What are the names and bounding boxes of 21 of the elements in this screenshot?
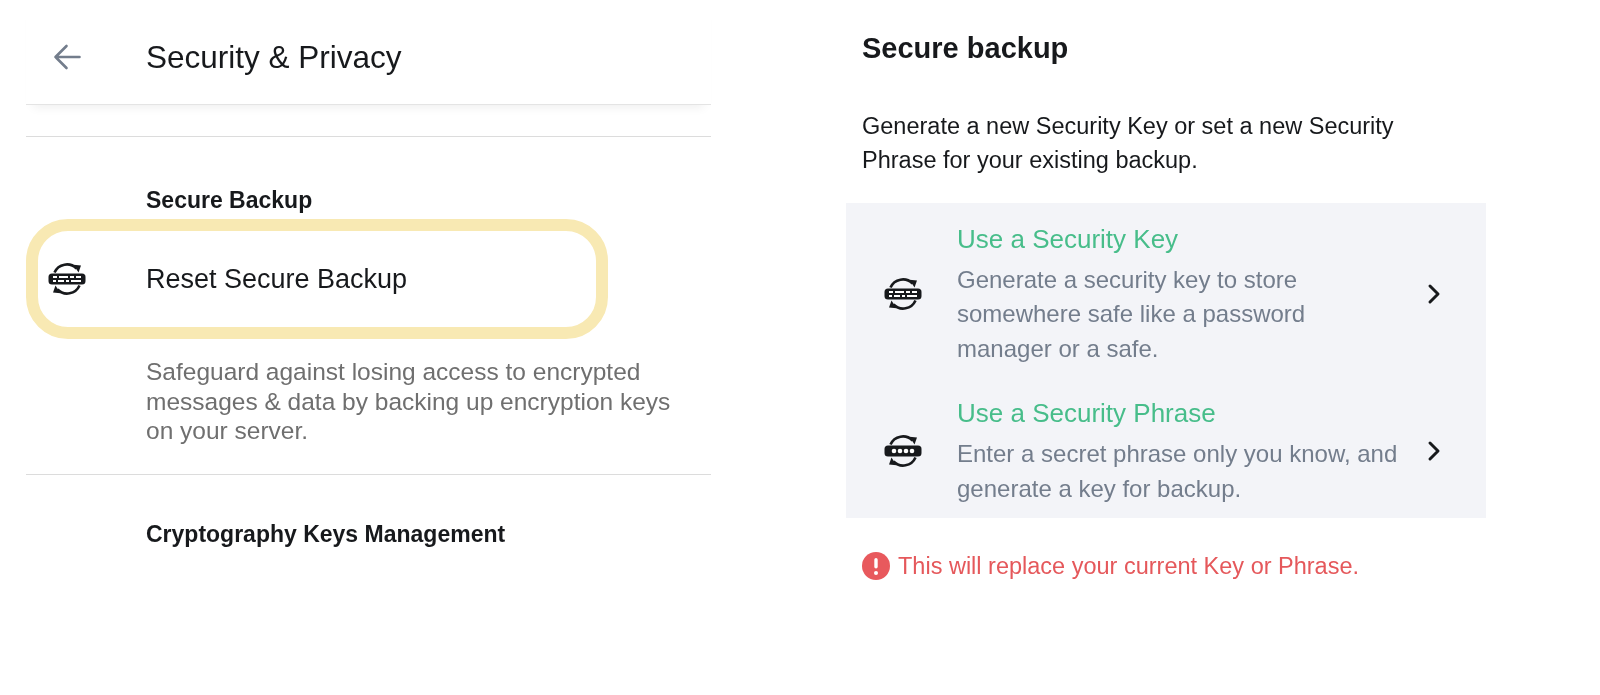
option-item[interactable]: Use a Security Key Generate a security key to store somewhere safe like a password manager or a safe. bbox=[846, 222, 1486, 367]
chevron-right-icon bbox=[1427, 283, 1441, 306]
screen-title: Security & Privacy bbox=[146, 38, 402, 76]
screen-title: Secure backup bbox=[862, 31, 1069, 65]
refresh-key-icon bbox=[884, 276, 922, 313]
chevron-right-icon bbox=[1427, 440, 1441, 463]
option-title: Use a Security Key bbox=[957, 223, 1179, 256]
section-description: Safeguard against losing access to encrypted messages & data by backing up encryption keys on your server. bbox=[146, 357, 672, 446]
option-item[interactable]: Use a Security Phrase Enter a secret phrase only you know, and generate a key for backup. bbox=[846, 396, 1486, 506]
refresh-key-icon bbox=[48, 261, 86, 297]
alert-icon bbox=[862, 552, 890, 580]
section-heading: Cryptography Keys Management bbox=[146, 519, 506, 548]
warning-text: This will replace your current Key or Phrase. bbox=[898, 552, 1360, 581]
back-arrow-icon[interactable] bbox=[53, 43, 81, 71]
option-title: Use a Security Phrase bbox=[957, 397, 1216, 431]
option-description: Enter a secret phrase only you know, and generate a key for backup. bbox=[957, 439, 1399, 504]
menu-item[interactable]: Reset Secure Backup bbox=[26, 219, 608, 339]
refresh-password-icon bbox=[884, 433, 922, 470]
option-description: Generate a security key to store somewhere safe like a password manager or a safe. bbox=[957, 264, 1307, 364]
section-heading: Secure Backup bbox=[146, 186, 313, 214]
screen-description: Generate a new Security Key or set a new Security Phrase for your existing backup. bbox=[862, 112, 1395, 175]
